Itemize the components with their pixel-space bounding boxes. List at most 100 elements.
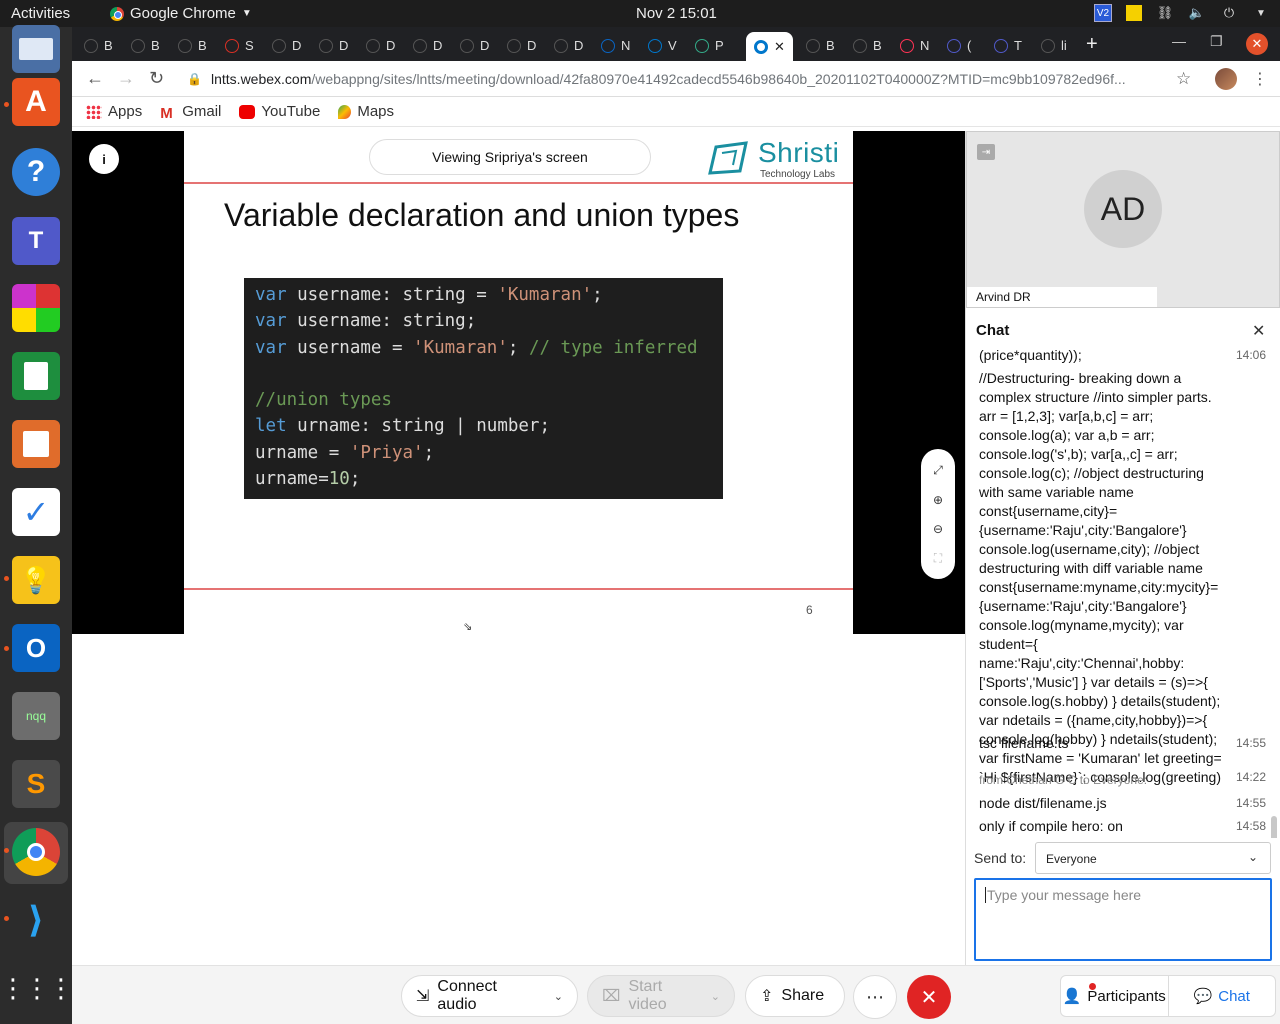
browser-menu-icon[interactable]: ⋮: [1252, 69, 1268, 89]
brand-logo: Shristi Technology Labs: [706, 137, 846, 180]
audio-connect-icon: ⇲: [416, 988, 430, 1005]
tab[interactable]: N: [601, 32, 630, 59]
tab-label: B: [873, 38, 882, 53]
nqq-notepad-icon[interactable]: nqq: [12, 692, 60, 740]
profile-avatar[interactable]: [1215, 68, 1237, 90]
tab[interactable]: B: [806, 32, 835, 59]
send-to-value: Everyone: [1046, 852, 1097, 866]
tab[interactable]: D: [507, 32, 536, 59]
tab[interactable]: D: [554, 32, 583, 59]
forward-arrow-icon[interactable]: →: [117, 68, 135, 89]
activities-button[interactable]: Activities: [11, 5, 70, 22]
vscode-icon[interactable]: ⟩: [12, 896, 60, 944]
notes-icon[interactable]: [1126, 5, 1142, 21]
close-tab-icon[interactable]: ✕: [774, 39, 785, 55]
tab-label: D: [480, 38, 490, 53]
puzzle-app-icon[interactable]: [12, 284, 60, 332]
tab[interactable]: (: [947, 32, 971, 59]
back-arrow-icon[interactable]: ←: [86, 68, 104, 89]
tab[interactable]: B: [853, 32, 882, 59]
send-to-row: Send to: Everyone ⌄: [966, 841, 1280, 875]
tab[interactable]: B: [84, 32, 113, 59]
chevron-down-icon[interactable]: ⌄: [554, 990, 563, 1003]
share-button[interactable]: ⇪ Share: [745, 975, 845, 1017]
power-icon[interactable]: ⏻: [1220, 4, 1238, 22]
vpn-icon[interactable]: V2: [1094, 4, 1112, 22]
teams-icon[interactable]: T: [12, 217, 60, 265]
tab-webex-active[interactable]: ✕: [746, 32, 793, 61]
participants-button[interactable]: 👤 Participants: [1061, 976, 1168, 1016]
tab[interactable]: D: [319, 32, 348, 59]
tab-label: li: [1061, 38, 1067, 53]
chat-message-input[interactable]: Type your message here: [974, 878, 1272, 961]
bookmark-maps[interactable]: Maps: [338, 103, 394, 120]
show-applications-icon[interactable]: ⋮⋮⋮: [0, 964, 74, 1012]
connect-audio-button[interactable]: ⇲ Connect audio ⌄: [401, 975, 578, 1017]
minimize-icon[interactable]: —: [1172, 33, 1186, 49]
bookmark-apps[interactable]: Apps: [86, 103, 142, 120]
tab[interactable]: T: [994, 32, 1022, 59]
participant-video-tile[interactable]: ⇥ AD Arvind DR: [966, 131, 1280, 308]
system-top-bar: Activities Google Chrome ▼ Nov 2 15:01 V…: [0, 0, 1280, 27]
zoom-out-icon[interactable]: ⊖: [933, 522, 943, 536]
start-video-button[interactable]: ⌧ Start video ⌄: [587, 975, 735, 1017]
files-app-icon[interactable]: [12, 25, 60, 73]
volume-icon[interactable]: 🔈: [1188, 4, 1206, 22]
tab[interactable]: D: [272, 32, 301, 59]
tab[interactable]: P: [695, 32, 724, 59]
reload-icon[interactable]: ↻: [149, 68, 164, 89]
code-line: urname=10;: [255, 469, 361, 490]
chat-scrollbar[interactable]: [1271, 816, 1277, 838]
chevron-down-icon[interactable]: ⌄: [711, 990, 720, 1003]
clock[interactable]: Nov 2 15:01: [636, 5, 717, 22]
calc-spreadsheet-icon[interactable]: [12, 352, 60, 400]
maps-icon: [338, 104, 352, 119]
webex-favicon-icon: [754, 39, 768, 54]
bookmark-label: Maps: [357, 103, 395, 120]
tab[interactable]: D: [413, 32, 442, 59]
end-meeting-icon[interactable]: ✕: [907, 975, 951, 1019]
system-menu-caret-icon[interactable]: ▼: [1252, 4, 1270, 22]
chat-log[interactable]: (price*quantity)); 14:06 //Destructuring…: [966, 344, 1280, 838]
meeting-info-icon[interactable]: i: [89, 144, 119, 174]
bookmark-star-icon[interactable]: ☆: [1176, 69, 1191, 89]
fit-screen-icon[interactable]: ⛶: [934, 551, 942, 566]
tab[interactable]: N: [900, 32, 929, 59]
tab[interactable]: D: [366, 32, 395, 59]
expand-icon[interactable]: ⤢: [933, 463, 943, 478]
window-close-icon[interactable]: ✕: [1246, 33, 1268, 55]
tab[interactable]: S: [225, 32, 254, 59]
lightbulb-app-icon[interactable]: 💡: [12, 556, 60, 604]
participants-label: Participants: [1087, 987, 1166, 1005]
software-center-icon[interactable]: A: [12, 78, 60, 126]
url-host: lntts.webex.com: [211, 71, 312, 87]
sublime-text-icon[interactable]: S: [12, 760, 60, 808]
tab[interactable]: V: [648, 32, 677, 59]
todo-app-icon[interactable]: ✓: [12, 488, 60, 536]
new-tab-button[interactable]: +: [1086, 33, 1098, 56]
collapse-panel-icon[interactable]: ⇥: [977, 144, 995, 160]
maximize-icon[interactable]: ❐: [1210, 33, 1223, 50]
network-icon[interactable]: ⛓: [1156, 4, 1174, 22]
bookmark-gmail[interactable]: M Gmail: [160, 103, 222, 122]
tab[interactable]: B: [178, 32, 207, 59]
tab[interactable]: D: [460, 32, 489, 59]
tab[interactable]: B: [131, 32, 160, 59]
impress-presentation-icon[interactable]: [12, 420, 60, 468]
zoom-in-icon[interactable]: ⊕: [933, 493, 943, 507]
bookmark-youtube[interactable]: YouTube: [239, 103, 320, 120]
system-tray[interactable]: V2 ⛓ 🔈 ⏻ ▼: [1094, 4, 1270, 22]
chrome-dock-icon[interactable]: [12, 828, 60, 876]
address-bar[interactable]: 🔒 lntts.webex.com/webappng/sites/lntts/m…: [187, 65, 1195, 93]
more-options-icon[interactable]: ⋯: [853, 975, 897, 1019]
tab[interactable]: li: [1041, 32, 1067, 59]
app-menu[interactable]: Google Chrome ▼: [110, 5, 252, 22]
outlook-icon[interactable]: O: [12, 624, 60, 672]
close-chat-icon[interactable]: ✕: [1252, 321, 1265, 341]
share-icon: ⇪: [760, 988, 774, 1005]
help-icon[interactable]: ?: [12, 148, 60, 196]
bookmark-label: Gmail: [182, 103, 222, 120]
chat-button[interactable]: 💬 Chat: [1167, 976, 1276, 1016]
send-to-select[interactable]: Everyone ⌄: [1035, 842, 1271, 874]
chat-message: //Destructuring- breaking down a complex…: [979, 370, 1266, 785]
